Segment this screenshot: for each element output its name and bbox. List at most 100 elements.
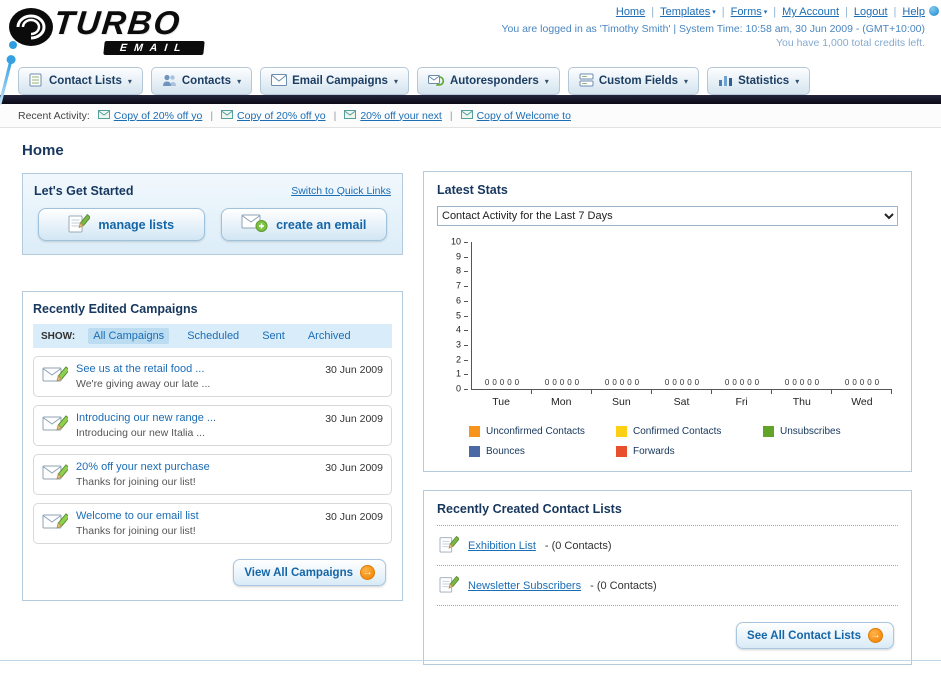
campaign-list-item[interactable]: Introducing our new range ... Introducin… bbox=[33, 405, 392, 446]
form-fields-icon bbox=[579, 73, 594, 90]
campaign-title[interactable]: See us at the retail food ... bbox=[76, 363, 317, 375]
legend-label: Unsubscribes bbox=[780, 426, 841, 437]
pencil-paper-icon bbox=[439, 575, 460, 596]
campaign-title[interactable]: Welcome to our email list bbox=[76, 510, 317, 522]
chart-y-tick-label: 4 bbox=[455, 324, 461, 335]
nav-strip bbox=[0, 95, 941, 104]
top-nav-help[interactable]: Help bbox=[902, 6, 925, 18]
chart-y-tick-label: 2 bbox=[455, 354, 461, 365]
campaign-title[interactable]: 20% off your next purchase bbox=[76, 461, 317, 473]
contact-list-link[interactable]: Exhibition List bbox=[468, 540, 536, 552]
chart-y-tick-mark bbox=[464, 315, 468, 317]
recent-contact-lists-panel: Recently Created Contact Lists Exhibitio… bbox=[423, 490, 912, 665]
stats-period-select[interactable]: Contact Activity for the Last 7 Days bbox=[437, 206, 898, 226]
nav-tab-contacts[interactable]: Contacts ▾ bbox=[150, 67, 253, 95]
nav-tab-email-campaigns[interactable]: Email Campaigns ▾ bbox=[260, 67, 409, 95]
nav-tab-contact-lists[interactable]: Contact Lists ▾ bbox=[18, 67, 143, 95]
nav-tab-label: Email Campaigns bbox=[292, 75, 388, 87]
campaign-list-item[interactable]: Welcome to our email list Thanks for joi… bbox=[33, 503, 392, 544]
legend-swatch bbox=[763, 426, 774, 437]
contact-list-link[interactable]: Newsletter Subscribers bbox=[468, 580, 581, 592]
contact-count: - (0 Contacts) bbox=[590, 579, 657, 592]
contact-lists-title: Recently Created Contact Lists bbox=[437, 502, 622, 516]
chart-y-tick-mark bbox=[464, 344, 468, 346]
nav-tab-label: Statistics bbox=[738, 75, 790, 87]
chart-y-tick-mark bbox=[464, 286, 468, 288]
nav-tab-label: Contact Lists bbox=[49, 75, 122, 87]
tab-scheduled[interactable]: Scheduled bbox=[182, 328, 244, 344]
switch-quick-links-link[interactable]: Switch to Quick Links bbox=[291, 185, 391, 197]
envelope-icon bbox=[97, 109, 110, 122]
chevron-down-icon: ▾ bbox=[795, 76, 800, 86]
top-nav-logout[interactable]: Logout bbox=[854, 6, 888, 18]
chart-x-label: Fri bbox=[735, 396, 748, 408]
chart-value-label: 0 bbox=[627, 378, 632, 387]
recent-activity-item[interactable]: Copy of Welcome to bbox=[460, 109, 571, 122]
envelope-pencil-icon bbox=[42, 511, 71, 536]
campaign-date: 30 Jun 2009 bbox=[325, 413, 383, 425]
arrow-right-icon: → bbox=[868, 628, 883, 643]
contact-list-item[interactable]: Exhibition List - (0 Contacts) bbox=[437, 525, 898, 566]
chart-value-label: 0 bbox=[694, 378, 700, 387]
top-nav-forms-label[interactable]: Forms bbox=[731, 6, 762, 18]
top-nav-home[interactable]: Home bbox=[616, 6, 645, 18]
top-nav-forms[interactable]: Forms ▾ bbox=[731, 6, 768, 18]
chart-value-label: 0 bbox=[544, 378, 550, 387]
chart-bar-group: 00000 bbox=[712, 242, 772, 394]
recent-activity-item[interactable]: Copy of 20% off yo bbox=[221, 109, 326, 122]
chart-y-tick-label: 7 bbox=[455, 280, 461, 291]
legend-swatch bbox=[616, 446, 627, 457]
separator: | bbox=[773, 6, 777, 18]
envelope-pencil-icon bbox=[42, 462, 71, 487]
chart-value-label: 0 bbox=[867, 378, 872, 387]
contact-lists-icon bbox=[29, 73, 44, 90]
recent-activity-link[interactable]: 20% off your next bbox=[360, 110, 442, 122]
campaign-title[interactable]: Introducing our new range ... bbox=[76, 412, 317, 424]
contacts-icon bbox=[162, 73, 177, 90]
campaigns-title: Recently Edited Campaigns bbox=[33, 302, 198, 316]
campaign-list-item[interactable]: See us at the retail food ... We're givi… bbox=[33, 356, 392, 397]
campaign-list-item[interactable]: 20% off your next purchase Thanks for jo… bbox=[33, 454, 392, 495]
nav-tab-autoresponders[interactable]: Autoresponders ▾ bbox=[416, 67, 560, 95]
chart-value-label: 0 bbox=[559, 378, 565, 387]
get-started-title: Let's Get Started bbox=[34, 184, 134, 198]
recent-activity-label: Recent Activity: bbox=[18, 109, 90, 122]
nav-tab-statistics[interactable]: Statistics ▾ bbox=[707, 67, 811, 95]
legend-item: Confirmed Contacts bbox=[616, 426, 763, 437]
contact-list-item[interactable]: Newsletter Subscribers - (0 Contacts) bbox=[437, 566, 898, 606]
nav-tab-custom-fields[interactable]: Custom Fields ▾ bbox=[567, 67, 700, 95]
recent-activity-item[interactable]: 20% off your next bbox=[344, 109, 442, 122]
chart-y-tick-label: 9 bbox=[455, 251, 461, 262]
recent-activity-link[interactable]: Copy of 20% off yo bbox=[237, 110, 326, 122]
separator: | bbox=[651, 6, 655, 18]
view-all-campaigns-button[interactable]: View All Campaigns → bbox=[233, 559, 386, 586]
recent-activity-link[interactable]: Copy of Welcome to bbox=[477, 110, 571, 122]
top-nav-templates-label[interactable]: Templates bbox=[660, 6, 710, 18]
chart-bar-group: 00000 bbox=[832, 242, 892, 394]
contact-count: - (0 Contacts) bbox=[544, 539, 612, 552]
chart-value-label: 0 bbox=[732, 378, 737, 387]
separator: | bbox=[845, 6, 848, 18]
chart-value-label: 0 bbox=[679, 378, 685, 387]
manage-lists-button[interactable]: manage lists bbox=[38, 208, 205, 241]
chart-value-label: 0 bbox=[604, 378, 610, 387]
recent-activity-link[interactable]: Copy of 20% off yo bbox=[114, 110, 203, 122]
header: TURBO EMAIL Home | Templates ▾ | Forms ▾… bbox=[0, 0, 941, 106]
chart-y-tick-mark bbox=[464, 242, 468, 243]
top-nav-templates[interactable]: Templates ▾ bbox=[660, 6, 716, 18]
chart-x-label: Wed bbox=[851, 396, 873, 408]
create-email-button[interactable]: create an email bbox=[220, 208, 387, 241]
chevron-down-icon: ▾ bbox=[544, 76, 549, 86]
chart-value-label: 0 bbox=[664, 378, 670, 387]
see-all-contact-lists-button[interactable]: See All Contact Lists → bbox=[736, 622, 894, 649]
tab-archived[interactable]: Archived bbox=[303, 328, 356, 344]
chart-x-label: Thu bbox=[792, 396, 811, 408]
top-nav-my-account[interactable]: My Account bbox=[782, 6, 839, 18]
recent-activity-item[interactable]: Copy of 20% off yo bbox=[97, 109, 203, 122]
chart-value-label: 0 bbox=[739, 378, 745, 387]
chart-x-labels: Tue Mon Sun Sat Fri Thu Wed bbox=[471, 396, 892, 408]
tab-all-campaigns[interactable]: All Campaigns bbox=[88, 328, 170, 344]
campaign-date: 30 Jun 2009 bbox=[325, 462, 383, 474]
chart-value-label: 0 bbox=[567, 378, 572, 387]
tab-sent[interactable]: Sent bbox=[257, 328, 290, 344]
